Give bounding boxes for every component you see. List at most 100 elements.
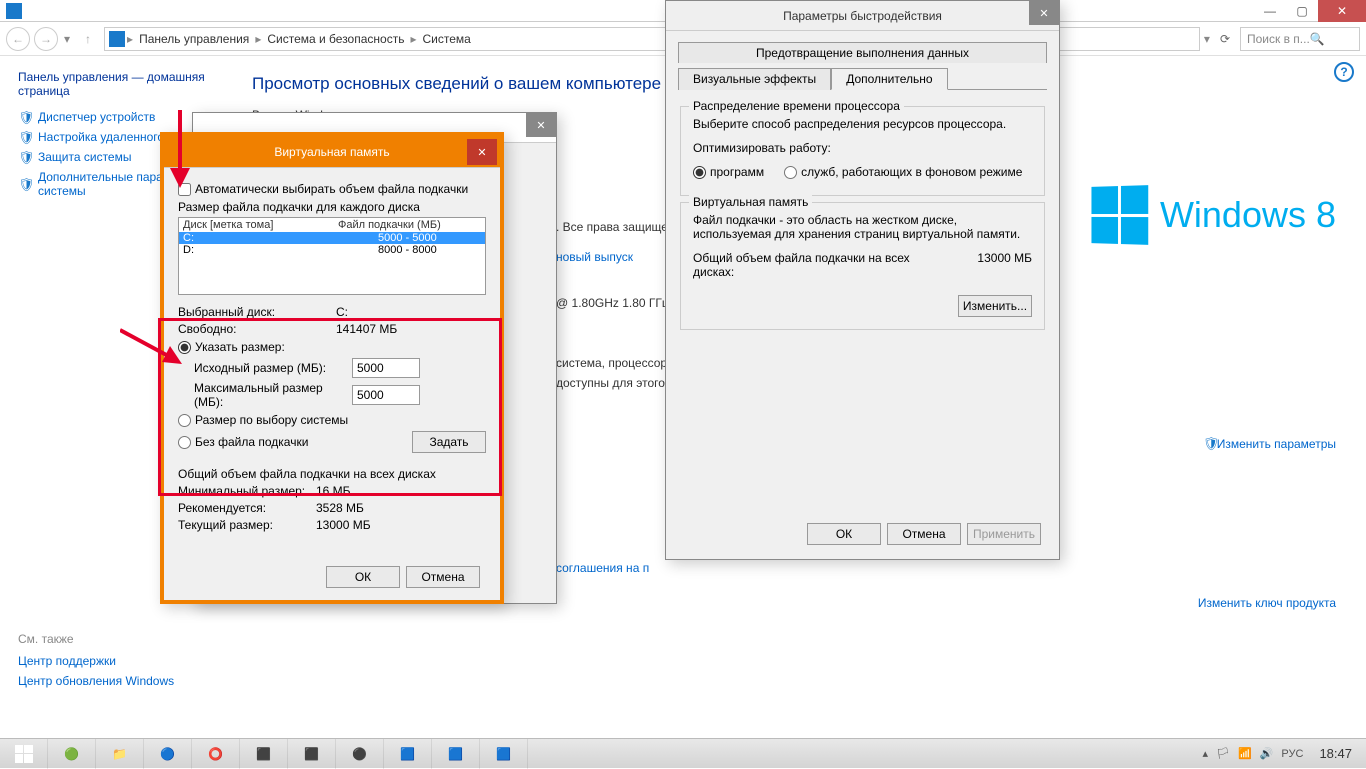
change-key-link[interactable]: Изменить ключ продукта — [1198, 596, 1336, 610]
forward-button[interactable]: → — [34, 27, 58, 51]
bc-item[interactable]: Система — [418, 32, 474, 46]
system-tray[interactable]: ▴ 🏳 📶 🔊 РУС 18:47 — [1203, 746, 1366, 761]
vm-total-value: 13000 МБ — [942, 251, 1032, 265]
bc-item[interactable]: Система и безопасность — [263, 32, 408, 46]
tray-up-icon[interactable]: ▴ — [1203, 747, 1209, 760]
up-button[interactable]: ↑ — [76, 27, 100, 51]
maximize-button[interactable]: ▢ — [1286, 0, 1318, 22]
taskbar-app[interactable]: ⬛ — [288, 739, 336, 769]
initial-label: Исходный размер (МБ): — [194, 361, 344, 375]
cancel-button[interactable]: Отмена — [887, 523, 961, 545]
chevron-right-icon: ▸ — [127, 32, 133, 46]
tab-visual[interactable]: Визуальные эффекты — [678, 68, 831, 90]
shield-icon — [18, 177, 32, 191]
vm-desc: Файл подкачки - это область на жестком д… — [693, 213, 1032, 241]
radio-programs[interactable]: программ — [693, 165, 764, 179]
taskbar-app[interactable]: 🟦 — [432, 739, 480, 769]
taskbar-app[interactable]: 🟢 — [48, 739, 96, 769]
bc-item[interactable]: Панель управления — [135, 32, 253, 46]
tab-advanced[interactable]: Дополнительно — [831, 68, 947, 90]
initial-size-input[interactable] — [352, 358, 420, 378]
tray-volume-icon[interactable]: 🔊 — [1260, 747, 1274, 760]
change-params-link[interactable]: Изменить параметры — [1203, 436, 1336, 451]
chevron-right-icon: ▸ — [410, 32, 416, 46]
apply-button[interactable]: Применить — [967, 523, 1041, 545]
search-input[interactable]: Поиск в п... 🔍 — [1240, 27, 1360, 51]
windows-logo: Windows 8 — [1090, 186, 1336, 244]
radio-system-managed[interactable]: Размер по выбору системы — [178, 413, 486, 427]
taskbar-cpl[interactable]: 🟦 — [480, 739, 528, 769]
minimize-button[interactable]: — — [1254, 0, 1286, 22]
lang-indicator[interactable]: РУС — [1281, 748, 1303, 760]
system-text: система, процессор — [556, 356, 667, 370]
performance-options-dialog[interactable]: Параметры быстродействия ✕ Предотвращени… — [665, 0, 1060, 560]
cancel-button[interactable]: Отмена — [406, 566, 480, 588]
taskbar-app[interactable]: 📁 — [96, 739, 144, 769]
close-button[interactable]: ✕ — [1318, 0, 1366, 22]
chevron-right-icon: ▸ — [255, 32, 261, 46]
taskbar-skype[interactable]: 🔵 — [144, 739, 192, 769]
cur-row: Текущий размер:13000 МБ — [178, 518, 486, 532]
dialog-title: Параметры быстродействия ✕ — [666, 1, 1059, 31]
brand-text: Windows 8 — [1160, 194, 1336, 236]
see-also-action-center[interactable]: Центр поддержки — [18, 654, 174, 668]
perdisk-label: Размер файла подкачки для каждого диска — [178, 200, 486, 214]
total-heading: Общий объем файла подкачки на всех диска… — [178, 467, 486, 481]
shield-icon — [18, 130, 32, 144]
tray-icon[interactable]: 🏳 — [1216, 747, 1230, 760]
min-row: Минимальный размер:16 МБ — [178, 484, 486, 498]
cpu-text: @ 1.80GHz 1.80 ГГц — [556, 296, 669, 310]
see-also-windows-update[interactable]: Центр обновления Windows — [18, 674, 174, 688]
tab-dep[interactable]: Предотвращение выполнения данных — [678, 42, 1047, 63]
drive-row-d[interactable]: D:8000 - 8000 — [179, 244, 485, 256]
list-header: Диск [метка тома]Файл подкачки (МБ) — [179, 218, 485, 232]
virtual-memory-dialog[interactable]: Виртуальная память ✕ Автоматически выбир… — [160, 132, 504, 604]
shield-icon — [1203, 436, 1217, 450]
taskbar-app[interactable]: 🟦 — [384, 739, 432, 769]
get-new-edition-link[interactable]: новый выпуск — [556, 250, 633, 264]
close-button[interactable]: ✕ — [526, 113, 556, 137]
scheduling-group: Распределение времени процессора Выберит… — [680, 106, 1045, 196]
free-row: Свободно:141407 МБ — [178, 322, 486, 336]
clock[interactable]: 18:47 — [1311, 746, 1360, 761]
shield-icon — [18, 150, 32, 164]
optimize-label: Оптимизировать работу: — [693, 141, 1032, 155]
history-dropdown[interactable]: ▾ — [62, 32, 72, 46]
breadcrumb-dropdown[interactable]: ▾ — [1204, 32, 1210, 46]
taskbar-app[interactable]: ⬛ — [240, 739, 288, 769]
close-button[interactable]: ✕ — [467, 139, 497, 165]
taskbar[interactable]: 🟢 📁 🔵 ⭕ ⬛ ⬛ ⚫ 🟦 🟦 🟦 ▴ 🏳 📶 🔊 РУС 18:47 — [0, 738, 1366, 768]
tray-network-icon[interactable]: 📶 — [1238, 747, 1252, 760]
drive-list[interactable]: Диск [метка тома]Файл подкачки (МБ) C:50… — [178, 217, 486, 295]
refresh-button[interactable]: ⟳ — [1216, 32, 1234, 46]
radio-custom-size[interactable]: Указать размер: — [178, 340, 486, 354]
max-label: Максимальный размер (МБ): — [194, 381, 344, 409]
see-also-heading: См. также — [18, 632, 174, 646]
close-button[interactable]: ✕ — [1029, 1, 1059, 25]
ok-button[interactable]: ОК — [326, 566, 400, 588]
back-button[interactable]: ← — [6, 27, 30, 51]
group-title: Распределение времени процессора — [689, 99, 904, 113]
taskbar-app[interactable]: ⭕ — [192, 739, 240, 769]
drive-row-c[interactable]: C:5000 - 5000 — [179, 232, 485, 244]
radio-services[interactable]: служб, работающих в фоновом режиме — [784, 165, 1022, 179]
vm-group: Виртуальная память Файл подкачки - это о… — [680, 202, 1045, 330]
start-button[interactable] — [0, 739, 48, 769]
shield-icon — [18, 110, 32, 124]
sidebar-item-device-manager[interactable]: Диспетчер устройств — [18, 110, 212, 124]
taskbar-steam[interactable]: ⚫ — [336, 739, 384, 769]
desc-text: Выберите способ распределения ресурсов п… — [693, 117, 1032, 131]
auto-checkbox[interactable]: Автоматически выбирать объем файла подка… — [178, 182, 486, 196]
sidebar-home-link[interactable]: Панель управления — домашняя страница — [18, 70, 212, 98]
rec-row: Рекомендуется:3528 МБ — [178, 501, 486, 515]
set-button[interactable]: Задать — [412, 431, 486, 453]
change-button[interactable]: Изменить... — [958, 295, 1032, 317]
vm-total-label: Общий объем файла подкачки на всех диска… — [693, 251, 942, 279]
cpl-icon — [109, 31, 125, 47]
max-size-input[interactable] — [352, 385, 420, 405]
radio-no-paging[interactable]: Без файла подкачки — [178, 435, 412, 449]
group-title: Виртуальная память — [689, 195, 812, 209]
license-link[interactable]: соглашения на п — [556, 561, 649, 575]
ok-button[interactable]: ОК — [807, 523, 881, 545]
dialog-title: Виртуальная память ✕ — [164, 136, 500, 168]
